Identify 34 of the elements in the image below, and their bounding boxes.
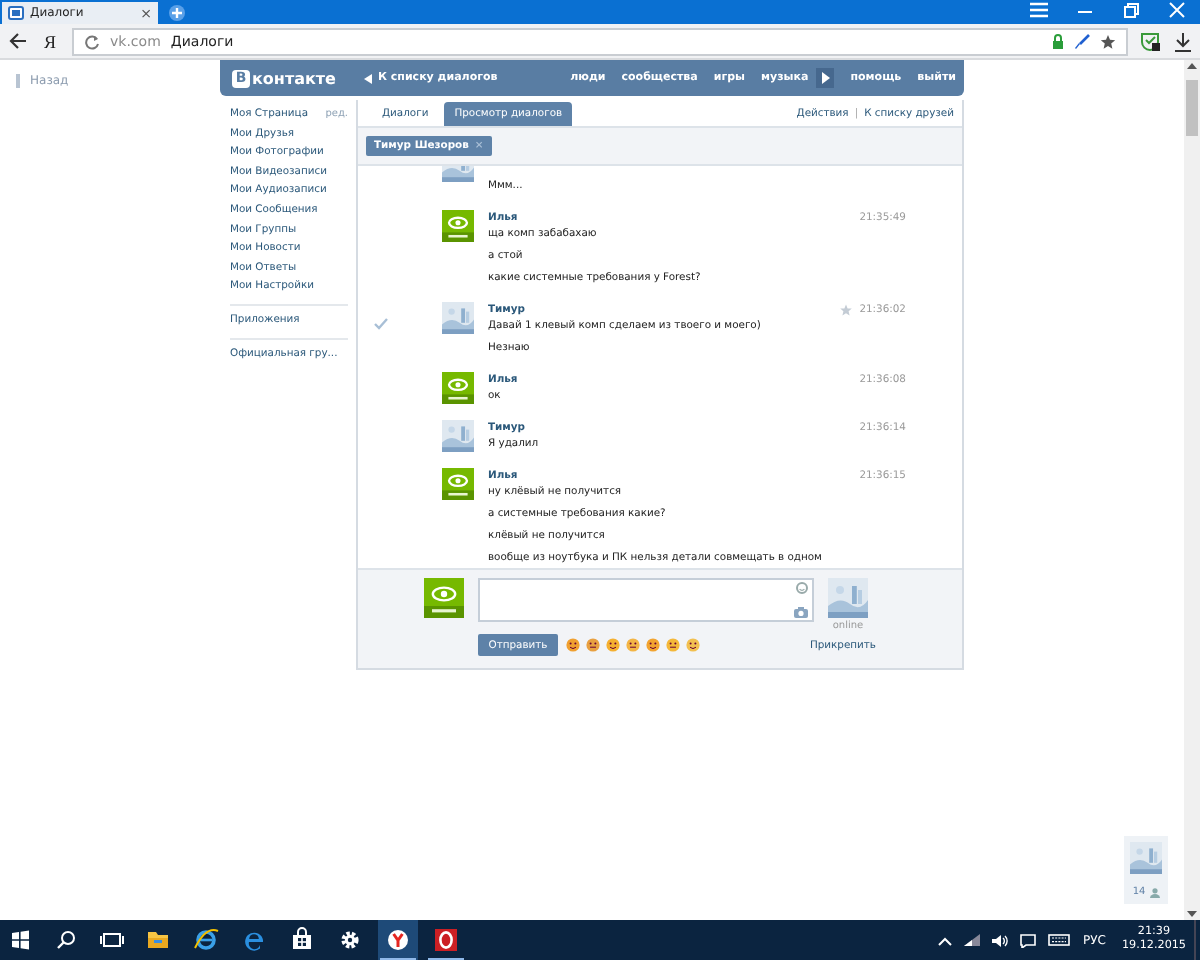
restore-icon[interactable]: [1122, 2, 1140, 18]
menu-icon[interactable]: [1030, 2, 1048, 18]
lock-icon: [1052, 33, 1064, 49]
emoji-icon[interactable]: [566, 638, 580, 652]
message-input[interactable]: [478, 578, 814, 622]
star-icon[interactable]: [839, 304, 852, 316]
emoji-icon[interactable]: [626, 638, 640, 652]
emoji-icon[interactable]: [666, 638, 680, 652]
signal-icon[interactable]: [963, 934, 979, 946]
yandex-browser-icon[interactable]: [378, 920, 418, 960]
notification-icon[interactable]: [1019, 933, 1035, 947]
yandex-button[interactable]: Я: [40, 31, 61, 51]
emoji-icon[interactable]: [686, 638, 700, 652]
triangle-icon: [363, 73, 372, 83]
reload-icon: [84, 33, 101, 49]
keyboard-icon[interactable]: [1047, 934, 1069, 946]
emoji-icon[interactable]: [586, 638, 600, 652]
chevron-up-icon[interactable]: [937, 935, 951, 945]
play-icon: [821, 72, 830, 84]
close-icon[interactable]: [1168, 2, 1186, 18]
volume-icon[interactable]: [991, 933, 1007, 947]
camera-icon[interactable]: [794, 606, 808, 618]
star-icon[interactable]: [1100, 33, 1116, 49]
shield-icon[interactable]: [1140, 31, 1162, 51]
chat-icon: [8, 5, 24, 21]
play-button[interactable]: [816, 68, 835, 88]
emoji-icon[interactable]: [606, 638, 620, 652]
person-icon: [1149, 887, 1160, 897]
emoji-icon[interactable]: [646, 638, 660, 652]
new-tab-icon[interactable]: [168, 4, 186, 22]
brush-icon: [1074, 33, 1090, 49]
back-icon[interactable]: [8, 32, 28, 50]
download-icon[interactable]: [1174, 31, 1192, 51]
scrollbar-thumb[interactable]: [1186, 80, 1198, 136]
